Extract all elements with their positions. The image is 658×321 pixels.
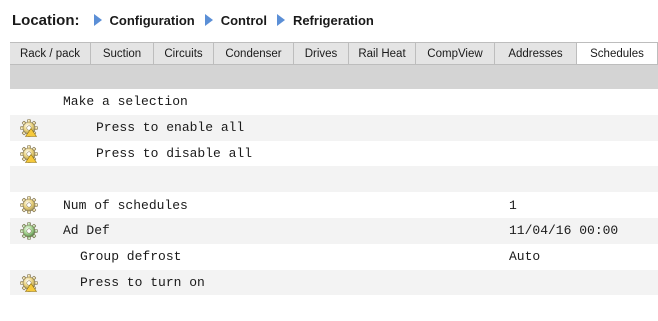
breadcrumb-label: Control bbox=[220, 12, 267, 28]
breadcrumb-prefix: Location: bbox=[12, 11, 80, 29]
list-item[interactable]: Press to disable all bbox=[10, 141, 658, 167]
breadcrumb-item-configuration[interactable]: Configuration bbox=[93, 12, 195, 28]
list-item[interactable]: Press to turn on bbox=[10, 269, 658, 296]
breadcrumb-label: Refrigeration bbox=[292, 12, 374, 28]
list-item[interactable]: Num of schedules 1 bbox=[10, 192, 658, 218]
breadcrumb: Location: Configuration Control Refriger… bbox=[12, 8, 384, 32]
breadcrumb-arrow-icon bbox=[204, 14, 213, 26]
list-item bbox=[10, 295, 658, 321]
tab-rail-heat[interactable]: Rail Heat bbox=[349, 43, 416, 64]
tab-addresses[interactable]: Addresses bbox=[495, 43, 577, 64]
tab-suction[interactable]: Suction bbox=[91, 43, 154, 64]
breadcrumb-item-refrigeration[interactable]: Refrigeration bbox=[276, 12, 374, 28]
row-value: 1 bbox=[509, 197, 517, 213]
schedule-list: Make a selection Press to enable all Pre… bbox=[10, 89, 658, 321]
section-header-bar bbox=[10, 65, 658, 89]
row-value: Auto bbox=[509, 249, 541, 265]
gear-warning-icon[interactable] bbox=[20, 144, 38, 163]
tab-rack-pack[interactable]: Rack / pack bbox=[10, 43, 91, 64]
breadcrumb-arrow-icon bbox=[276, 14, 285, 26]
tab-condenser[interactable]: Condenser bbox=[214, 43, 294, 64]
row-label: Press to disable all bbox=[96, 145, 253, 161]
row-label: Press to enable all bbox=[96, 120, 245, 136]
breadcrumb-item-control[interactable]: Control bbox=[204, 12, 267, 28]
tab-bar: Rack / pack Suction Circuits Condenser Drive… bbox=[10, 42, 658, 65]
tab-circuits[interactable]: Circuits bbox=[154, 43, 214, 64]
list-item[interactable]: Group defrost Auto bbox=[10, 244, 658, 270]
tab-drives[interactable]: Drives bbox=[294, 43, 349, 64]
tab-schedules[interactable]: Schedules bbox=[577, 43, 658, 64]
gear-icon[interactable] bbox=[20, 196, 38, 214]
gear-green-icon[interactable] bbox=[20, 222, 38, 240]
list-item bbox=[10, 166, 658, 193]
row-label: Num of schedules bbox=[63, 197, 188, 213]
row-value: 11/04/16 00:00 bbox=[509, 223, 619, 239]
row-label: Press to turn on bbox=[80, 274, 205, 290]
list-item[interactable]: Ad Def 11/04/16 00:00 bbox=[10, 217, 658, 244]
breadcrumb-label: Configuration bbox=[109, 12, 195, 28]
tab-compview[interactable]: CompView bbox=[416, 43, 495, 64]
gear-warning-icon[interactable] bbox=[20, 273, 38, 292]
list-item[interactable]: Make a selection bbox=[10, 89, 658, 115]
row-label: Make a selection bbox=[63, 94, 188, 110]
breadcrumb-arrow-icon bbox=[93, 14, 102, 26]
row-label: Ad Def bbox=[63, 223, 110, 239]
list-item[interactable]: Press to enable all bbox=[10, 114, 658, 141]
row-label: Group defrost bbox=[80, 249, 182, 265]
gear-warning-icon[interactable] bbox=[20, 118, 38, 137]
